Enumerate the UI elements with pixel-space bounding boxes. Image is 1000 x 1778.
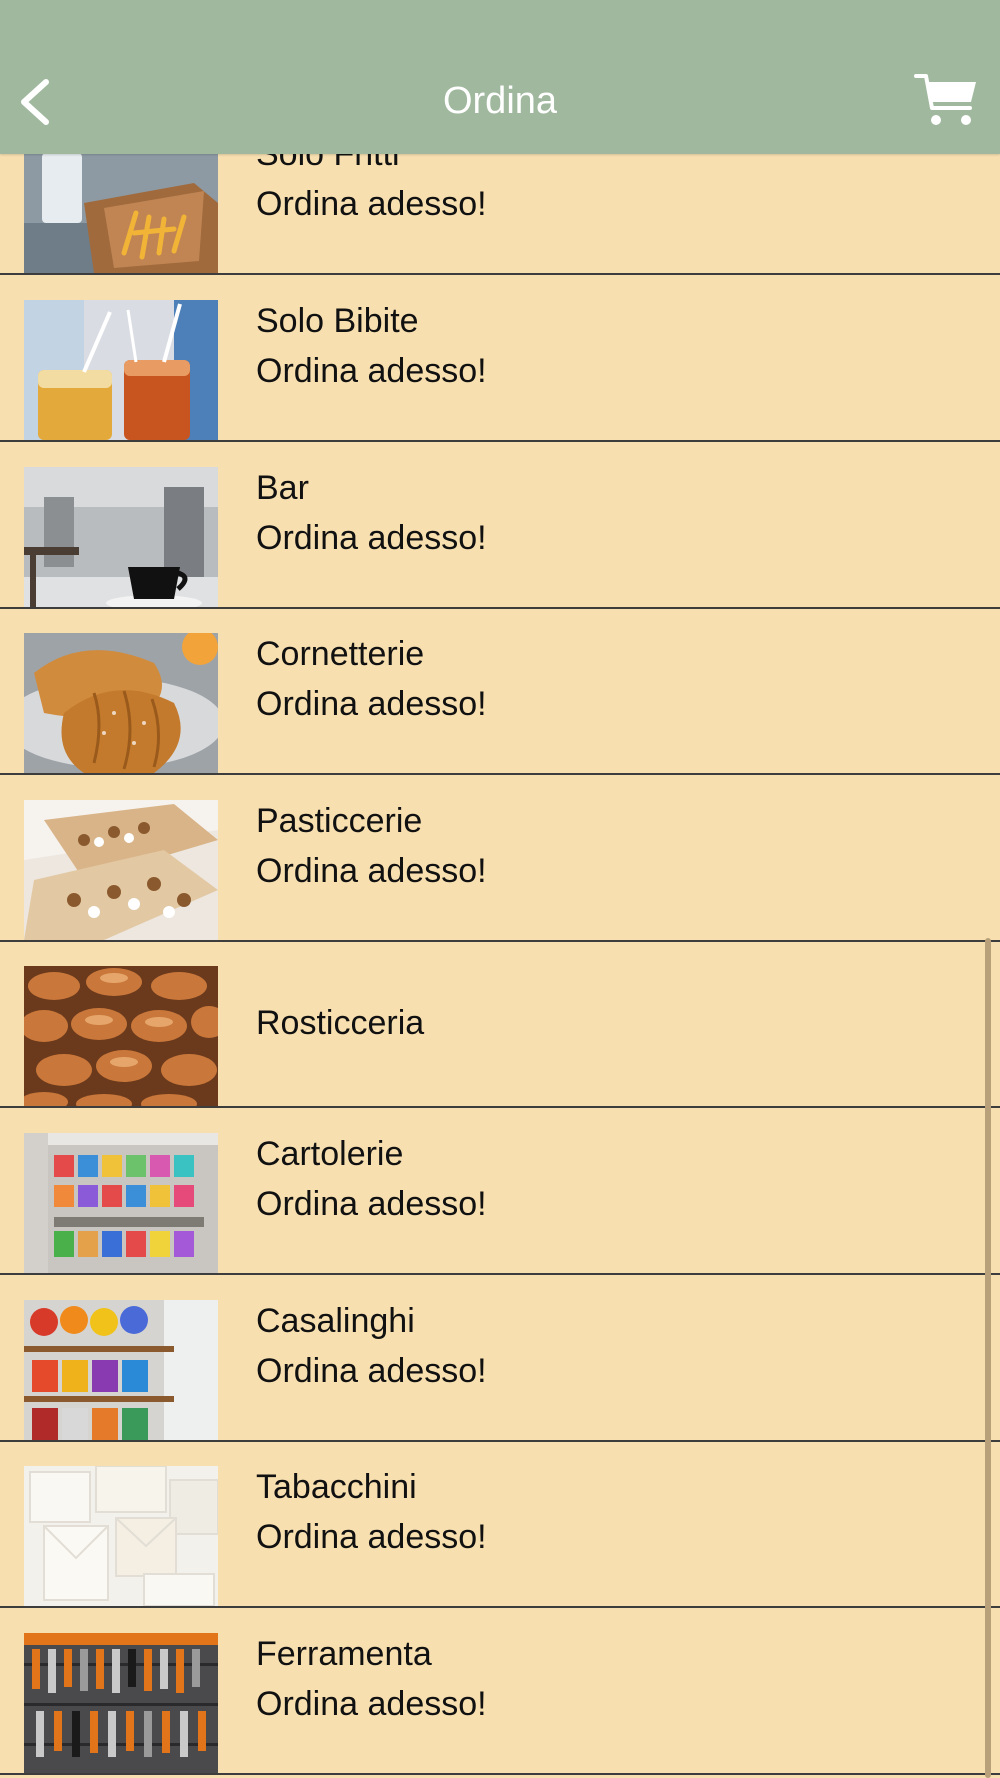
envelopes-image bbox=[24, 1466, 218, 1606]
item-subtitle: Ordina adesso! bbox=[256, 852, 487, 890]
hardware-image bbox=[24, 1633, 218, 1773]
page-title: Ordina bbox=[442, 80, 558, 122]
item-name: Cartolerie bbox=[256, 1135, 404, 1173]
item-name: Ferramenta bbox=[256, 1635, 432, 1673]
list-item[interactable]: Pasticcerie Ordina adesso! bbox=[0, 776, 1000, 942]
item-name: Solo Bibite bbox=[256, 302, 419, 340]
item-name: Tabacchini bbox=[256, 1468, 417, 1506]
list-item[interactable]: Cornetterie Ordina adesso! bbox=[0, 609, 1000, 775]
item-subtitle: Ordina adesso! bbox=[256, 1685, 487, 1723]
list-item[interactable]: Cartolerie Ordina adesso! bbox=[0, 1109, 1000, 1275]
item-name: Bar bbox=[256, 469, 309, 507]
item-subtitle: Ordina adesso! bbox=[256, 352, 487, 390]
list-item[interactable]: Tabacchini Ordina adesso! bbox=[0, 1442, 1000, 1608]
item-subtitle: Ordina adesso! bbox=[256, 185, 487, 223]
cart-icon bbox=[914, 74, 976, 125]
item-name: Rosticceria bbox=[256, 1004, 425, 1042]
item-name: Pasticcerie bbox=[256, 802, 423, 840]
stationery-image bbox=[24, 1133, 218, 1273]
fries-image bbox=[24, 133, 218, 273]
item-name: Casalinghi bbox=[256, 1302, 415, 1340]
item-subtitle: Ordina adesso! bbox=[256, 1185, 487, 1223]
scrollbar[interactable] bbox=[985, 938, 991, 1778]
cart-button[interactable] bbox=[914, 70, 978, 132]
item-name: Cornetterie bbox=[256, 635, 425, 673]
list-item[interactable]: Solo Bibite Ordina adesso! bbox=[0, 276, 1000, 442]
item-subtitle: Ordina adesso! bbox=[256, 685, 487, 723]
list-item[interactable]: Ferramenta Ordina adesso! bbox=[0, 1609, 1000, 1775]
rosticceria-image bbox=[24, 966, 218, 1106]
drinks-image bbox=[24, 300, 218, 440]
category-list: Solo Fritti Ordina adesso! Solo Bibite O… bbox=[0, 112, 1000, 1778]
list-item[interactable]: Bar Ordina adesso! bbox=[0, 443, 1000, 609]
coffee-image bbox=[24, 467, 218, 607]
croissant-image bbox=[24, 633, 218, 773]
housewares-image bbox=[24, 1300, 218, 1440]
pastry-image bbox=[24, 800, 218, 940]
list-item[interactable]: Casalinghi Ordina adesso! bbox=[0, 1276, 1000, 1442]
item-subtitle: Ordina adesso! bbox=[256, 1518, 487, 1556]
nav-bar: Ordina bbox=[0, 0, 1000, 154]
item-subtitle: Ordina adesso! bbox=[256, 1352, 487, 1390]
item-subtitle: Ordina adesso! bbox=[256, 519, 487, 557]
list-item[interactable]: Rosticceria bbox=[0, 942, 1000, 1108]
